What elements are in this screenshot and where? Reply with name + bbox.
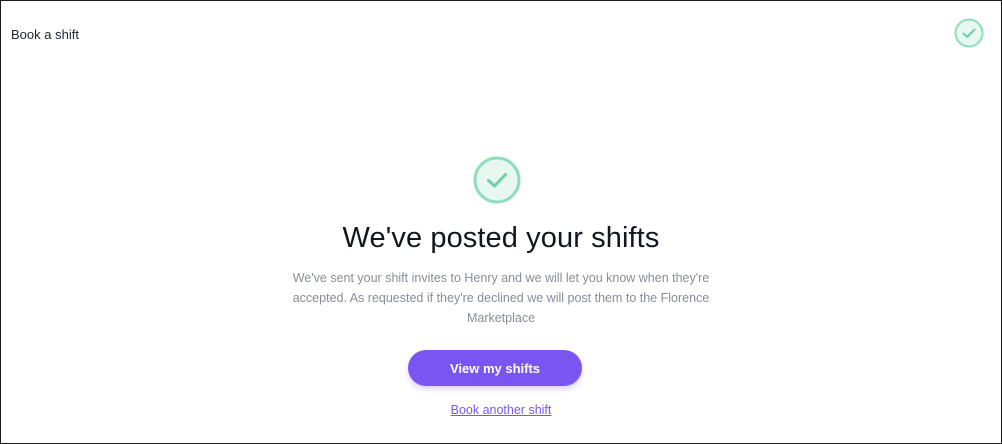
confirmation-heading: We've posted your shifts: [342, 222, 660, 254]
book-another-shift-link[interactable]: Book another shift: [1, 403, 1001, 417]
view-my-shifts-button[interactable]: View my shifts: [408, 350, 582, 386]
page-frame: Book a shift We've posted your shifts We…: [0, 0, 1002, 444]
confirmation-message: We've sent your shift invites to Henry a…: [292, 271, 710, 325]
success-check-icon-svg: [473, 156, 521, 204]
success-check-icon: [473, 156, 521, 204]
confirmation-panel: We've posted your shifts We've sent your…: [1, 1, 1001, 443]
